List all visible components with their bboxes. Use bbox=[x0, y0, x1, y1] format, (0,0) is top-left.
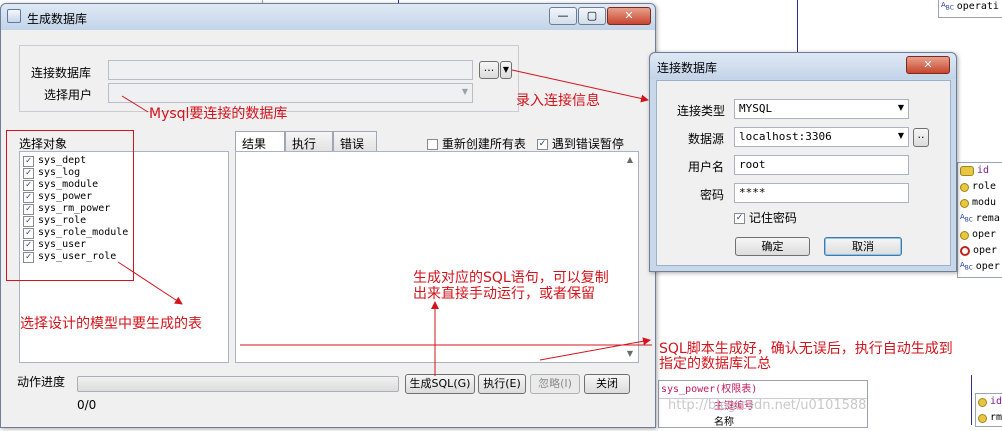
watermark: http://blog.csdn.net/u0101588 bbox=[668, 398, 867, 413]
arrow-to-execute bbox=[539, 337, 651, 361]
arrow-to-connect-dialog bbox=[511, 69, 649, 103]
arrow-from-select-user bbox=[121, 95, 149, 113]
annotation-arrows bbox=[117, 69, 652, 376]
arrow-to-model-tables bbox=[117, 261, 183, 305]
